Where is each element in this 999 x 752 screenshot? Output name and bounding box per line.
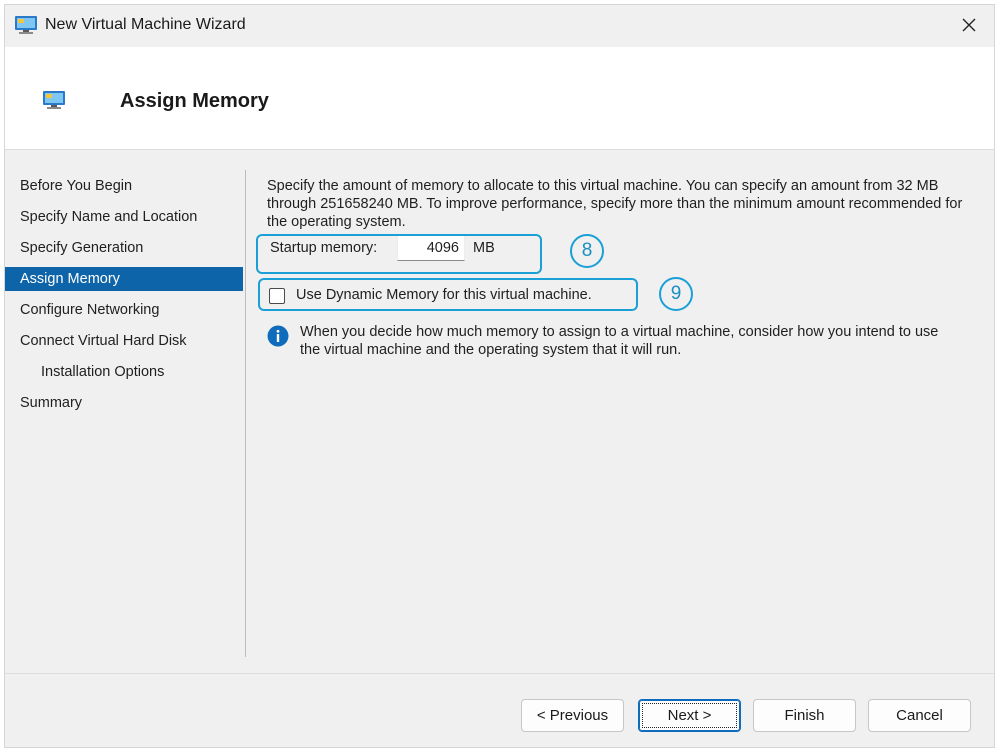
page-title: Assign Memory: [120, 90, 269, 112]
next-button[interactable]: Next >: [638, 699, 741, 732]
nav-item-specify-generation[interactable]: Specify Generation: [5, 236, 243, 260]
cancel-button[interactable]: Cancel: [868, 699, 971, 732]
nav-item-summary[interactable]: Summary: [5, 391, 243, 415]
nav-item-specify-name-and-location[interactable]: Specify Name and Location: [5, 205, 243, 229]
focus-ring: [642, 703, 737, 728]
close-button[interactable]: [952, 10, 986, 40]
nav-divider: [245, 170, 246, 657]
info-text: When you decide how much memory to assig…: [300, 324, 939, 358]
title-bar: New Virtual Machine Wizard: [5, 5, 994, 47]
previous-button[interactable]: < Previous: [521, 699, 624, 732]
wizard-window: New Virtual Machine Wizard Assign Memory…: [4, 4, 995, 748]
window-title: New Virtual Machine Wizard: [45, 16, 246, 33]
info-icon: [267, 325, 289, 347]
callout-box-startup-memory: [256, 234, 542, 274]
footer-divider: [5, 673, 994, 674]
callout-number-9: 9: [659, 277, 693, 311]
close-icon: [962, 18, 976, 32]
wizard-steps-nav: Before You Begin Specify Name and Locati…: [5, 150, 246, 660]
nav-item-assign-memory[interactable]: Assign Memory: [5, 267, 243, 291]
callout-box-dynamic-memory: [258, 278, 638, 311]
page-header: Assign Memory: [5, 47, 994, 150]
virtual-machine-icon: [43, 91, 65, 109]
memory-description: Specify the amount of memory to allocate…: [267, 178, 963, 230]
virtual-machine-icon: [15, 16, 37, 34]
callout-number-8: 8: [570, 234, 604, 268]
nav-item-before-you-begin[interactable]: Before You Begin: [5, 174, 243, 198]
nav-item-installation-options[interactable]: Installation Options: [5, 360, 243, 384]
nav-item-connect-virtual-hard-disk[interactable]: Connect Virtual Hard Disk: [5, 329, 243, 353]
finish-button[interactable]: Finish: [753, 699, 856, 732]
nav-item-configure-networking[interactable]: Configure Networking: [5, 298, 243, 322]
